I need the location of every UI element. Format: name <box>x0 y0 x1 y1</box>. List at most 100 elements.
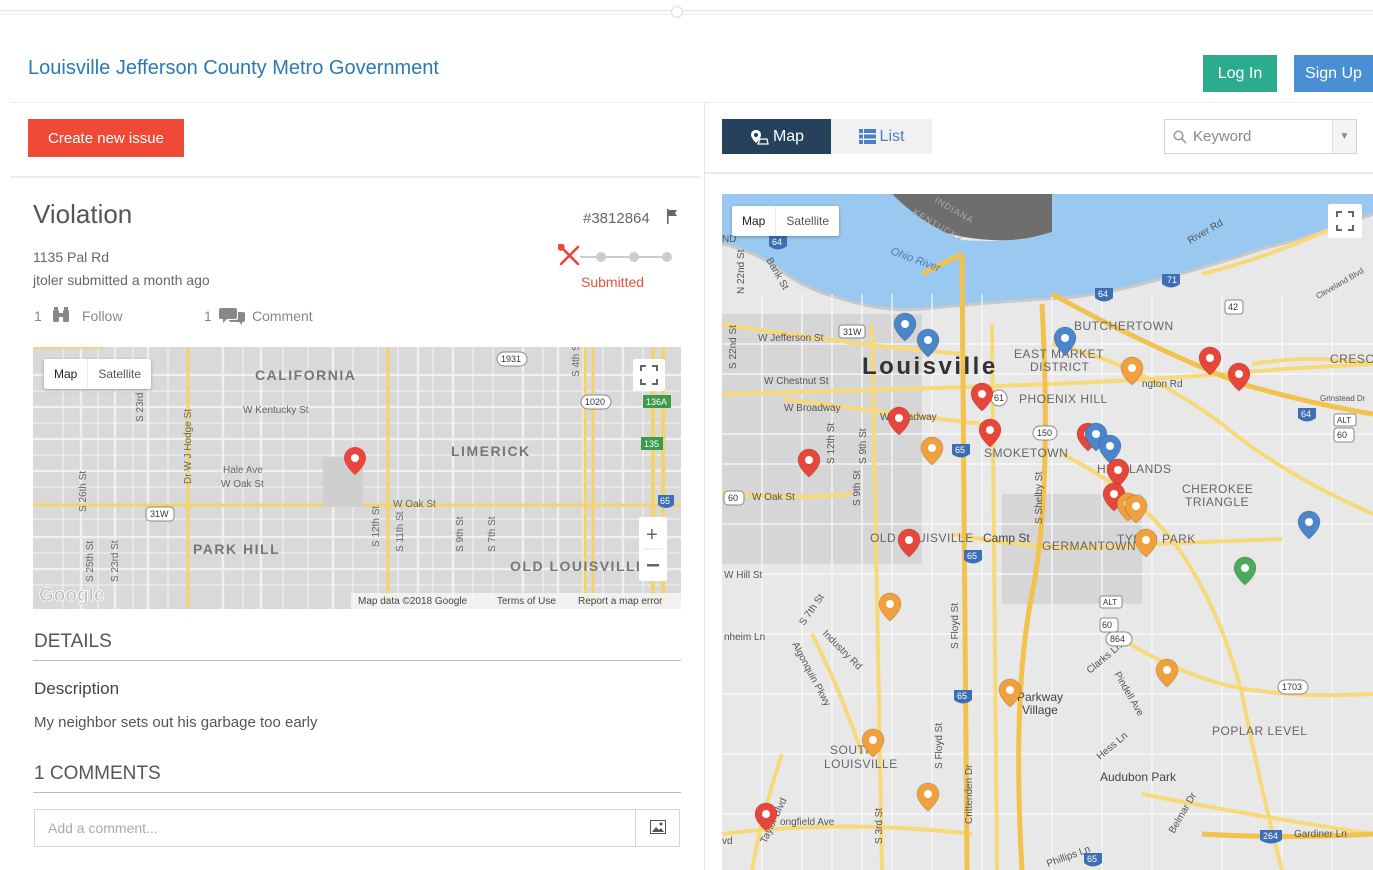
map-route-64c: 64 <box>772 237 782 247</box>
mini-map-type-satellite[interactable]: Satellite <box>87 359 151 389</box>
mini-label-s4: S 4th St <box>571 347 582 377</box>
zoom-controls[interactable]: + <box>639 517 667 581</box>
zoom-in-icon: + <box>646 524 658 546</box>
mini-route-1020: 1020 <box>585 397 605 407</box>
map-marker-icon <box>750 129 769 145</box>
mini-map-report: Report a map error <box>578 596 663 607</box>
mini-label-s26: S 26th St <box>78 471 89 512</box>
map-label-crittenden: Crittenden Dr <box>964 764 975 824</box>
details-heading: DETAILS <box>34 631 112 652</box>
map-route-alt: ALT <box>1103 598 1117 607</box>
org-title[interactable]: Louisville Jefferson County Metro Govern… <box>28 57 439 80</box>
mini-label-w-kentucky: W Kentucky St <box>243 405 309 416</box>
map-label-lexington: ngton Rd <box>1142 379 1183 390</box>
map-route-65b: 65 <box>967 551 977 561</box>
attach-image-button[interactable] <box>635 809 680 847</box>
tools-icon <box>558 244 580 266</box>
map-label-w-chestnut: W Chestnut St <box>764 376 829 387</box>
map-label-n22: N 22nd St <box>736 249 747 294</box>
mini-label-limerick: LIMERICK <box>451 443 531 459</box>
login-button[interactable]: Log In <box>1203 55 1277 92</box>
top-rule <box>0 10 1373 11</box>
map-route-71: 71 <box>1167 275 1177 285</box>
zoom-out-icon <box>647 564 659 567</box>
mini-label-s11: S 11th St <box>395 511 406 552</box>
follow-button[interactable]: Follow <box>82 308 122 324</box>
comment-input[interactable] <box>34 809 635 847</box>
map-label-s9: S 9th St <box>858 428 869 464</box>
description-text: My neighbor sets out his garbage too ear… <box>34 714 318 731</box>
search-icon <box>1173 130 1187 144</box>
map-type-satellite[interactable]: Satellite <box>775 206 839 236</box>
mini-label-s12: S 12th St <box>371 506 382 547</box>
map-label-louisville-south: LOUISVILLE <box>824 757 898 771</box>
signup-button[interactable]: Sign Up <box>1294 55 1373 92</box>
map-route-31w: 31W <box>843 327 862 337</box>
map-type-map[interactable]: Map <box>732 206 775 236</box>
follow-count: 1 <box>34 308 42 324</box>
map-label-audubon: Audubon Park <box>1100 770 1177 784</box>
chevron-down-icon[interactable]: ▼ <box>1332 120 1356 153</box>
mini-map-terms: Terms of Use <box>497 596 556 607</box>
map-route-42: 42 <box>1228 302 1238 312</box>
comment-count: 1 <box>204 308 212 324</box>
map-label-longfield: ongfield Ave <box>780 817 835 828</box>
comments-divider <box>33 792 681 793</box>
map-label-w-hill: W Hill St <box>724 570 763 581</box>
mini-label-california: CALIFORNIA <box>255 367 356 383</box>
issue-location-map[interactable]: CALIFORNIA LIMERICK PARK HILL OLD LOUISV… <box>33 347 681 609</box>
keyword-input[interactable] <box>1193 120 1328 153</box>
map-label-camp-st: Camp St <box>983 531 1030 545</box>
mini-fullscreen-icon[interactable] <box>633 359 665 391</box>
keyword-search[interactable]: ▼ <box>1164 119 1357 154</box>
mini-label-s23: S 23rd St <box>110 540 121 582</box>
map-route-alt-2: ALT <box>1337 416 1351 425</box>
map-route-65c: 65 <box>957 691 967 701</box>
map-label-vd: vd <box>722 836 733 847</box>
tab-list[interactable]: List <box>831 119 932 154</box>
map-label-w-broadway: W Broadway <box>784 403 841 414</box>
binoculars-icon[interactable] <box>52 307 70 323</box>
create-issue-button[interactable]: Create new issue <box>28 119 184 157</box>
top-rule-knob <box>671 6 683 18</box>
map-label-w-jefferson: W Jefferson St <box>758 333 824 344</box>
google-logo: Google <box>39 585 104 606</box>
map-label-butchertown: BUTCHERTOWN <box>1074 319 1174 333</box>
mini-route-31w: 31W <box>150 509 169 519</box>
comments-icon[interactable] <box>219 306 245 326</box>
mini-label-hodge: Dr W J Hodge St <box>183 409 194 484</box>
issue-title: Violation <box>33 199 133 229</box>
map-fullscreen-icon[interactable] <box>1328 204 1362 238</box>
status-progress-icon <box>558 244 672 266</box>
comments-heading: 1 COMMENTS <box>34 763 161 784</box>
issues-map[interactable]: Louisville BUTCHERTOWN EAST MARKET DISTR… <box>722 194 1373 870</box>
map-label-w-oak: W Oak St <box>752 492 795 503</box>
comment-link[interactable]: Comment <box>252 308 313 324</box>
issue-address: 1135 Pal Rd <box>33 249 110 265</box>
map-label-s9b: S 9th St <box>852 470 863 506</box>
mini-map-type-toggle[interactable]: Map Satellite <box>44 359 152 389</box>
map-route-64: 64 <box>1098 289 1108 299</box>
flag-icon[interactable] <box>666 209 678 224</box>
mini-route-135: 135 <box>644 439 659 449</box>
mini-map-type-map[interactable]: Map <box>44 359 87 389</box>
mini-label-s9: S 9th St <box>455 516 466 552</box>
mini-route-1931: 1931 <box>501 354 521 364</box>
issue-id: #3812864 <box>583 210 650 227</box>
map-route-60c: 60 <box>1337 430 1347 440</box>
map-label-old-louisville: OLD LOUISVILLE <box>870 531 974 545</box>
mini-map-data: Map data ©2018 Google <box>358 596 468 607</box>
tab-map[interactable]: Map <box>722 119 831 154</box>
map-label-s22: S 22nd St <box>728 325 739 369</box>
map-route-64b: 64 <box>1301 409 1311 419</box>
map-label-s12: S 12th St <box>826 423 837 464</box>
mini-label-hale: Hale Ave <box>223 465 263 476</box>
description-heading: Description <box>34 679 120 698</box>
map-label-grinstead: Grinstead Dr <box>1320 394 1366 403</box>
map-route-65d: 65 <box>1087 854 1097 864</box>
issue-submitter: jtoler submitted a month ago <box>33 272 210 288</box>
details-divider <box>33 660 681 661</box>
map-route-264: 264 <box>1263 831 1278 841</box>
map-type-toggle[interactable]: Map Satellite <box>732 206 840 236</box>
map-label-cherokee: CHEROKEE <box>1182 482 1253 496</box>
